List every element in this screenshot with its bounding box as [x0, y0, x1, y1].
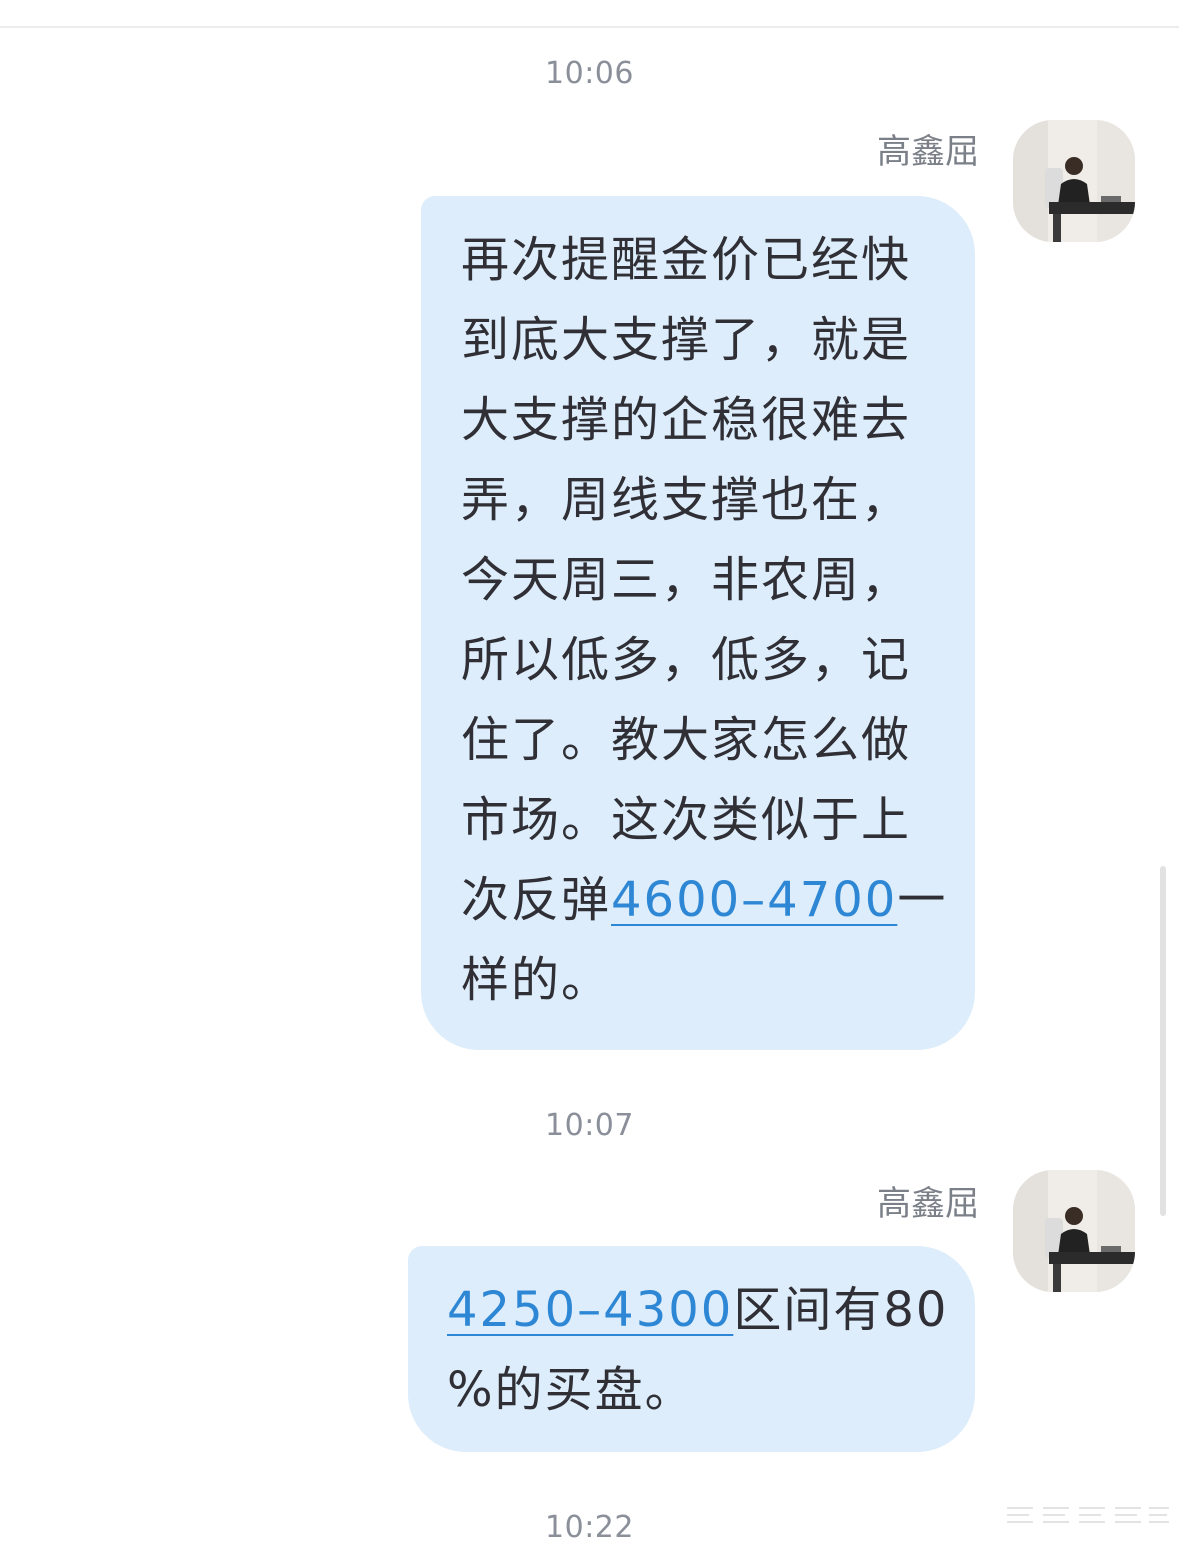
message-text: 一 [897, 872, 948, 928]
number-link[interactable]: 4250–4300 [447, 1282, 733, 1338]
message-line: 到底大支撑了，就是 [461, 300, 955, 380]
message-text: 次反弹 [461, 872, 612, 928]
message-text: %的买盘。 [447, 1362, 695, 1418]
message-line: 样的。 [461, 940, 955, 1020]
message-line: 再次提醒金价已经快 [461, 220, 955, 300]
avatar[interactable] [1013, 120, 1135, 242]
message-line: 弄，周线支撑也在， [461, 460, 955, 540]
sender-name: 高鑫屈 [877, 1184, 979, 1224]
message-text: 所以低多，低多，记 [461, 632, 912, 688]
message-text: 样的。 [461, 952, 612, 1008]
message-line: 今天周三，非农周， [461, 540, 955, 620]
message-text: 住了。教大家怎么做 [461, 712, 912, 768]
timestamp: 10:07 [545, 1108, 634, 1143]
message-bubble[interactable]: 4250–4300区间有80 %的买盘。 [408, 1246, 975, 1452]
sender-name: 高鑫屈 [877, 132, 979, 172]
watermark-icon [1007, 1507, 1169, 1523]
message-line: 所以低多，低多，记 [461, 620, 955, 700]
message-line: 市场。这次类似于上 [461, 780, 955, 860]
message-text: 大支撑的企稳很难去 [461, 392, 912, 448]
message-line: 4250–4300区间有80 [447, 1270, 955, 1350]
message-line: 住了。教大家怎么做 [461, 700, 955, 780]
user-avatar-photo-icon [1013, 1170, 1135, 1292]
message-text: 再次提醒金价已经快 [461, 232, 912, 288]
message-line: 次反弹4600–4700一 [461, 860, 955, 940]
timestamp: 10:06 [545, 56, 634, 91]
avatar[interactable] [1013, 1170, 1135, 1292]
number-link[interactable]: 4600–4700 [611, 872, 897, 928]
message-line: 大支撑的企稳很难去 [461, 380, 955, 460]
user-avatar-photo-icon [1013, 120, 1135, 242]
message-line: %的买盘。 [447, 1350, 955, 1430]
message-text: 到底大支撑了，就是 [461, 312, 912, 368]
message-text: 今天周三，非农周， [461, 552, 912, 608]
message-bubble[interactable]: 再次提醒金价已经快 到底大支撑了，就是 大支撑的企稳很难去 弄，周线支撑也在， … [421, 196, 975, 1050]
message-text: 弄，周线支撑也在， [461, 472, 912, 528]
message-text: 区间有80 [733, 1282, 949, 1338]
top-divider [0, 26, 1179, 28]
scrollbar[interactable] [1160, 866, 1166, 1216]
message-text: 市场。这次类似于上 [461, 792, 912, 848]
